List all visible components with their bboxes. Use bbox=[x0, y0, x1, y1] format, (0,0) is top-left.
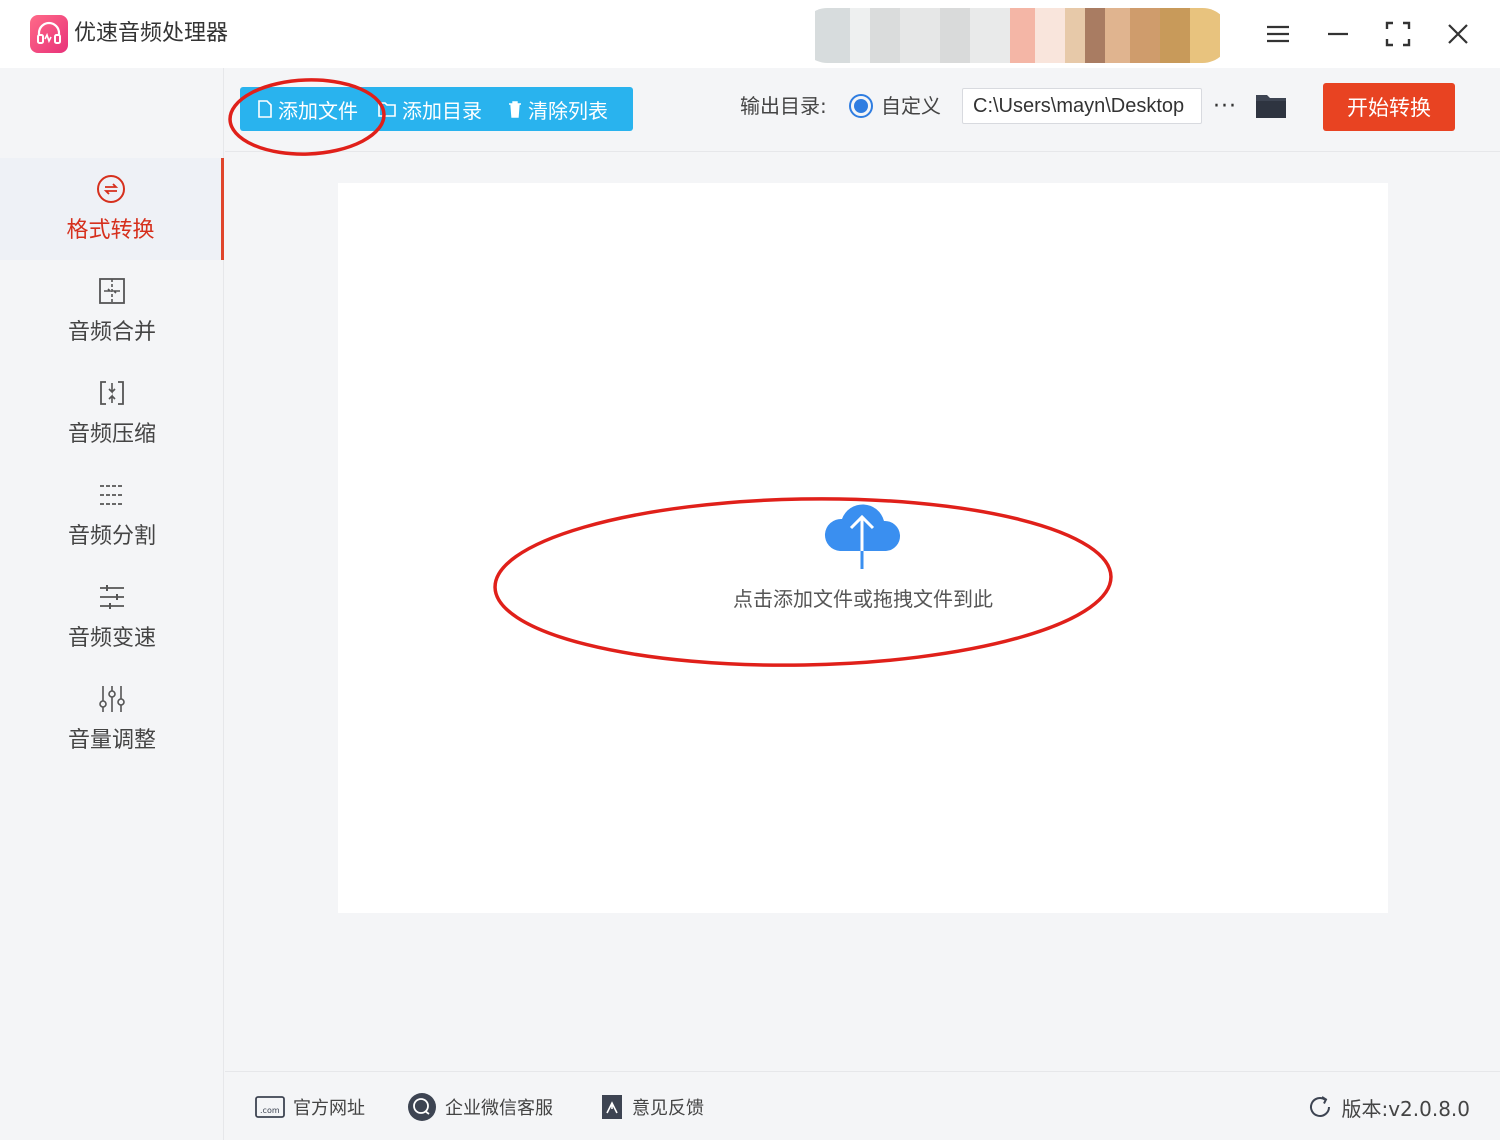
sidebar-item-audio-compress[interactable]: 音频压缩 bbox=[0, 362, 224, 464]
menu-button[interactable] bbox=[1260, 16, 1296, 52]
menu-icon bbox=[1267, 25, 1289, 43]
speed-icon bbox=[97, 582, 127, 612]
add-file-button[interactable]: 添加文件 bbox=[240, 87, 370, 131]
minimize-button[interactable] bbox=[1320, 16, 1356, 52]
clear-list-label: 清除列表 bbox=[528, 98, 608, 123]
app-logo bbox=[30, 15, 68, 53]
sidebar: 格式转换 音频合并 音频压缩 音频分割 音频变速 音量调整 bbox=[0, 68, 224, 1140]
trash-icon bbox=[509, 101, 521, 118]
add-file-label: 添加文件 bbox=[278, 98, 358, 123]
file-icon bbox=[258, 100, 272, 118]
file-button-group: 添加文件 添加目录 清除列表 bbox=[240, 87, 633, 131]
sidebar-item-audio-merge[interactable]: 音频合并 bbox=[0, 260, 224, 362]
output-directory-label: 输出目录: bbox=[740, 94, 827, 118]
radio-dot bbox=[854, 99, 868, 113]
svg-text:.com: .com bbox=[260, 1106, 280, 1115]
feedback-label: 意见反馈 bbox=[632, 1098, 704, 1119]
compress-icon bbox=[97, 378, 127, 408]
minimize-icon bbox=[1328, 32, 1348, 36]
sidebar-item-label: 音频变速 bbox=[67, 626, 156, 651]
custom-output-radio[interactable] bbox=[849, 94, 873, 118]
drop-hint-text[interactable]: 点击添加文件或拖拽文件到此 bbox=[338, 583, 1388, 612]
sidebar-item-audio-speed[interactable]: 音频变速 bbox=[0, 566, 224, 668]
open-folder-button[interactable] bbox=[1255, 92, 1287, 120]
wechat-support-label: 企业微信客服 bbox=[445, 1098, 553, 1119]
merge-icon bbox=[97, 276, 127, 306]
custom-output-label: 自定义 bbox=[881, 94, 941, 118]
browse-more-button[interactable]: ··· bbox=[1210, 88, 1240, 124]
headphones-icon bbox=[37, 21, 61, 44]
sidebar-item-volume-adjust[interactable]: 音量调整 bbox=[0, 668, 224, 770]
official-website-label: 官方网址 bbox=[293, 1098, 365, 1119]
close-icon bbox=[1448, 24, 1468, 44]
website-icon: .com bbox=[255, 1095, 285, 1119]
volume-icon bbox=[97, 684, 127, 714]
folder-icon bbox=[1256, 95, 1286, 118]
add-directory-label: 添加目录 bbox=[402, 98, 482, 123]
wechat-support-link[interactable]: 企业微信客服 bbox=[407, 1092, 553, 1122]
split-icon bbox=[97, 480, 127, 510]
sidebar-item-label: 音量调整 bbox=[67, 728, 156, 753]
clear-list-button[interactable]: 清除列表 bbox=[494, 87, 620, 131]
convert-icon bbox=[96, 174, 126, 204]
sidebar-item-label: 格式转换 bbox=[66, 218, 155, 243]
folder-outline-icon bbox=[378, 102, 396, 117]
blurred-user-area bbox=[800, 8, 1230, 63]
feedback-link[interactable]: 意见反馈 bbox=[600, 1092, 704, 1122]
official-website-link[interactable]: .com 官方网址 bbox=[255, 1092, 365, 1122]
fullscreen-icon bbox=[1385, 21, 1411, 47]
footer: .com 官方网址 企业微信客服 意见反馈 版本:v2.0.8.0 bbox=[225, 1071, 1500, 1140]
title-bar: 优速音频处理器 bbox=[0, 0, 1500, 68]
maximize-button[interactable] bbox=[1380, 16, 1416, 52]
cloud-upload-icon[interactable] bbox=[818, 495, 908, 571]
chat-icon bbox=[407, 1092, 437, 1122]
file-drop-zone[interactable]: 点击添加文件或拖拽文件到此 bbox=[338, 183, 1388, 913]
version-info: 版本:v2.0.8.0 bbox=[1307, 1092, 1470, 1122]
sidebar-item-audio-split[interactable]: 音频分割 bbox=[0, 464, 224, 566]
sidebar-item-label: 音频合并 bbox=[67, 320, 156, 345]
start-convert-button[interactable]: 开始转换 bbox=[1323, 83, 1455, 131]
sidebar-item-label: 音频分割 bbox=[67, 524, 156, 549]
close-button[interactable] bbox=[1440, 16, 1476, 52]
sidebar-item-format-convert[interactable]: 格式转换 bbox=[0, 158, 224, 260]
app-title: 优速音频处理器 bbox=[74, 21, 229, 46]
output-path-input[interactable]: C:\Users\mayn\Desktop bbox=[962, 88, 1202, 124]
toolbar: 添加文件 添加目录 清除列表 输出目录: 自定义 C:\Users\mayn\D… bbox=[225, 68, 1500, 152]
refresh-icon bbox=[1310, 1096, 1331, 1117]
feedback-icon bbox=[600, 1093, 624, 1121]
add-directory-button[interactable]: 添加目录 bbox=[370, 87, 494, 131]
version-label: 版本:v2.0.8.0 bbox=[1341, 1096, 1470, 1121]
sidebar-item-label: 音频压缩 bbox=[67, 422, 156, 447]
